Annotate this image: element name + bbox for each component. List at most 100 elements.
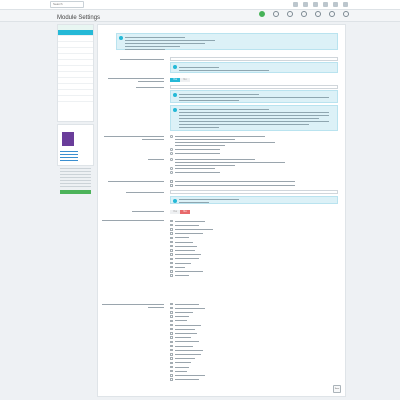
info-icon [173,198,177,203]
promo-title [60,127,91,130]
info-alert-top [116,33,338,50]
save-button[interactable]: Save [333,385,341,393]
toolbar-button-6[interactable] [341,11,350,20]
checkbox[interactable] [170,332,173,335]
search-input[interactable]: Search [50,1,84,8]
checkbox-label [174,374,205,376]
checkbox-option[interactable] [170,180,295,183]
text-field-2[interactable] [170,85,338,89]
toolbar-button-3[interactable] [299,11,308,20]
toggle-yes[interactable]: Yes [170,210,180,214]
checkbox[interactable] [170,357,173,360]
info-icon [173,108,177,112]
toggle-no[interactable]: No [180,78,190,82]
checkbox-item[interactable] [170,274,189,278]
checkbox[interactable] [170,311,173,314]
checkbox-option[interactable] [170,184,295,187]
checkbox[interactable] [170,306,173,310]
checkbox-label [174,366,189,368]
checkbox[interactable] [170,261,173,265]
sidebar-item-11[interactable] [58,96,93,102]
checkbox[interactable] [170,327,173,331]
promo-links[interactable] [60,151,78,163]
promo-button[interactable] [60,190,91,194]
checkbox[interactable] [170,344,173,348]
checkbox-label [174,324,201,326]
checkbox[interactable] [170,315,173,318]
radio-option[interactable] [170,152,220,155]
checkbox-label [174,349,203,351]
field-label [104,136,164,137]
checkbox-label [174,379,199,381]
radio-option[interactable] [170,148,220,151]
toggle-switch-1[interactable]: Yes No [170,78,190,82]
checkbox-item[interactable] [170,378,199,382]
checkbox[interactable] [170,257,173,261]
checkbox[interactable] [170,365,173,369]
toggle-yes[interactable]: Yes [170,78,180,82]
checkbox[interactable] [170,378,173,381]
toolbar-button-4[interactable] [313,11,322,20]
bell-icon[interactable] [313,2,318,7]
checkbox[interactable] [170,219,173,223]
toolbar-button-5[interactable] [327,11,336,20]
checkbox-label [174,224,199,226]
info-alert-3 [170,105,338,131]
checkbox[interactable] [170,353,173,356]
checkbox[interactable] [170,361,173,365]
checkbox[interactable] [170,323,173,327]
checkbox-label [174,362,191,364]
checkbox[interactable] [170,228,173,231]
checkbox-label [174,249,195,251]
check-icon [258,11,265,17]
checkbox-label [174,353,201,355]
question-icon [300,11,307,17]
field-label [102,220,164,221]
promo-box [57,124,94,194]
toolbar-button-0[interactable] [257,11,266,20]
store-icon[interactable] [333,2,338,7]
refresh-icon [314,11,321,17]
info-alert-2 [170,90,338,103]
checkbox-label [174,307,205,309]
checkbox[interactable] [170,336,173,339]
checkbox[interactable] [170,236,173,240]
checkbox[interactable] [170,249,173,252]
checkbox-label [174,228,213,230]
checkbox-label [174,266,185,268]
checkbox-label [174,262,191,264]
radio-option[interactable] [170,167,215,170]
radio-option[interactable] [170,171,220,174]
checkbox[interactable] [170,240,173,244]
toolbar-button-1[interactable] [271,11,280,20]
checkbox[interactable] [170,274,173,277]
text-field-1[interactable] [170,57,338,61]
module-sidebar [57,24,94,122]
checkbox[interactable] [170,340,173,344]
mail-icon[interactable] [323,2,328,7]
user-icon[interactable] [303,2,308,7]
promo-description [60,168,91,187]
checkbox[interactable] [170,244,173,248]
profile-icon[interactable] [343,2,348,7]
checkbox-label [174,258,199,260]
checkbox[interactable] [170,253,173,256]
checkbox[interactable] [170,223,173,227]
checkbox[interactable] [170,265,173,269]
select-dropdown[interactable] [170,190,338,194]
checkbox[interactable] [170,319,173,323]
checkbox[interactable] [170,270,173,273]
toolbar-button-2[interactable] [285,11,294,20]
toggle-no[interactable]: No [180,210,190,214]
gear-icon [272,11,279,17]
field-label [132,211,164,212]
radio-option[interactable] [170,144,225,147]
checkbox[interactable] [170,374,173,377]
checkbox[interactable] [170,369,173,373]
checkbox[interactable] [170,302,173,306]
checkbox[interactable] [170,348,173,352]
promo-book-image[interactable] [62,132,74,146]
cart-icon[interactable] [293,2,298,7]
checkbox[interactable] [170,232,173,235]
toggle-switch-2[interactable]: Yes No [170,210,190,214]
